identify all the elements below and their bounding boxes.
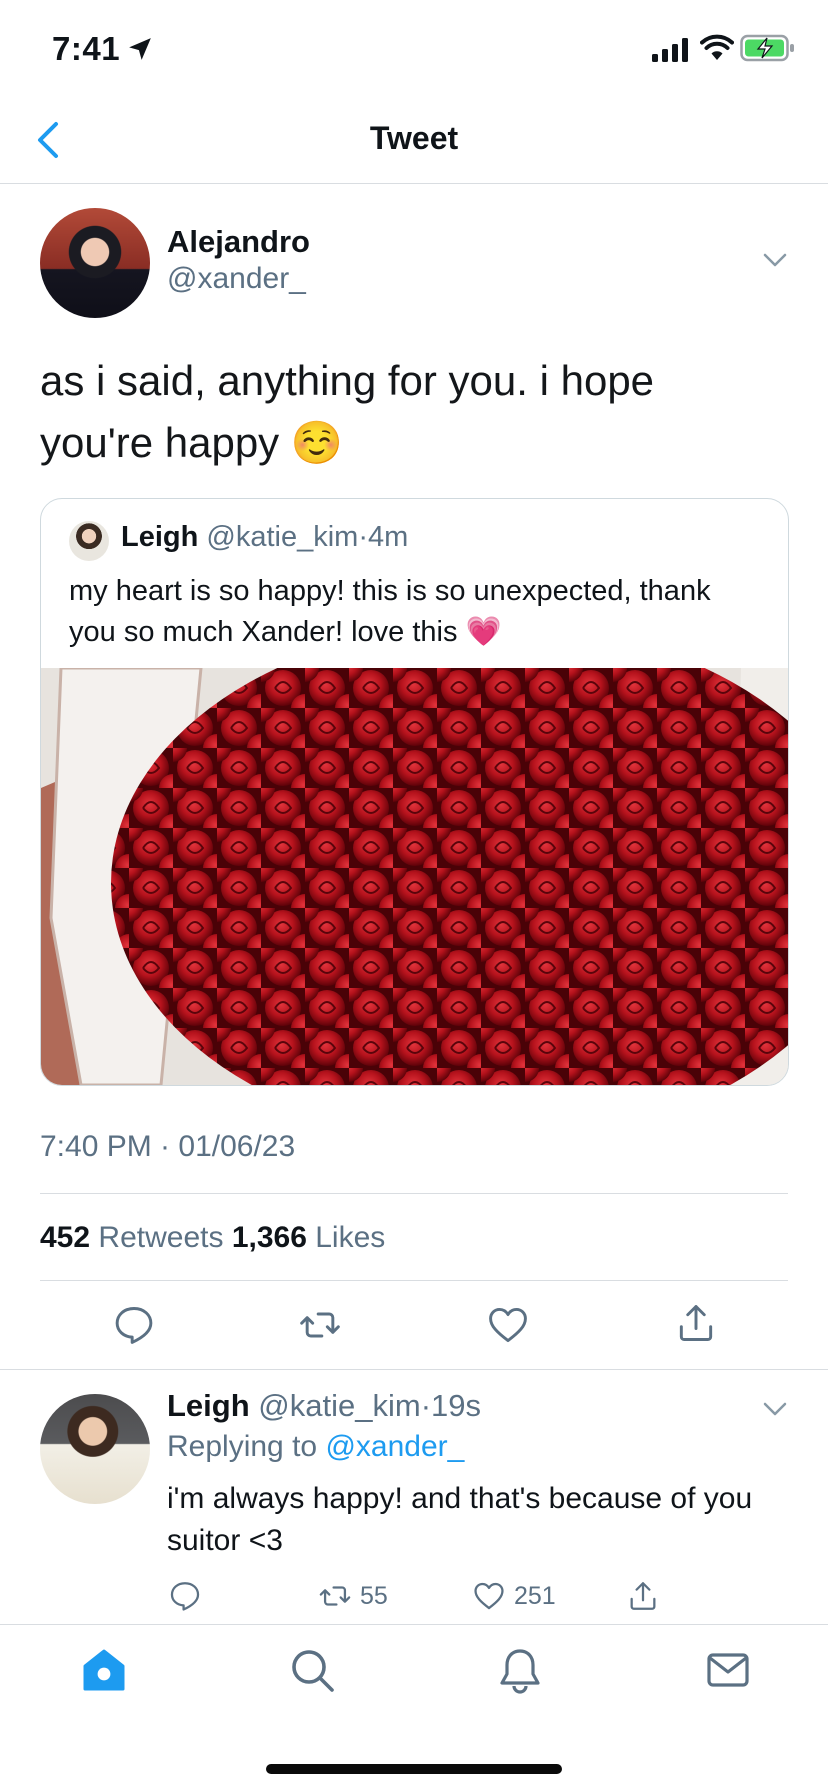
page-title: Tweet: [369, 120, 459, 156]
quoted-author-name: Leigh: [121, 521, 199, 553]
wifi-icon: [700, 34, 734, 60]
tab-bar-divider: [0, 1624, 828, 1625]
replying-prefix: Replying to: [167, 1430, 318, 1463]
quoted-time: 4m: [368, 521, 409, 553]
reply-retweet-button[interactable]: 55: [318, 1578, 388, 1614]
author-avatar[interactable]: [40, 208, 150, 318]
divider: [0, 1369, 828, 1370]
reply-text: i'm always happy! and that's because of …: [167, 1482, 753, 1557]
home-indicator[interactable]: [266, 1764, 562, 1774]
replying-to: Replying to @xander_: [167, 1430, 464, 1464]
retweet-icon: [319, 1586, 351, 1606]
likes-label[interactable]: Likes: [315, 1221, 385, 1254]
author-name[interactable]: Alejandro: [167, 224, 310, 260]
quoted-tweet-card[interactable]: Leigh @katie_kim·4m my heart is so happy…: [40, 498, 789, 1086]
share-icon: [630, 1582, 656, 1610]
reply-separator: ·: [420, 1388, 432, 1423]
quoted-separator: ·: [358, 521, 369, 553]
reply-author-handle[interactable]: @katie_kim: [258, 1388, 420, 1423]
author-handle[interactable]: @xander_: [167, 262, 306, 296]
retweets-count[interactable]: 452: [40, 1221, 90, 1254]
reply-author-name[interactable]: Leigh: [167, 1388, 250, 1423]
reply-like-button[interactable]: 251: [472, 1578, 556, 1614]
replying-to-handle-link[interactable]: @xander_: [325, 1430, 464, 1463]
more-options-chevron-icon[interactable]: [763, 253, 787, 267]
like-heart-icon[interactable]: [486, 1303, 530, 1347]
reply-share-button[interactable]: [626, 1578, 660, 1614]
reply-icon[interactable]: [112, 1303, 156, 1347]
messages-icon[interactable]: [704, 1646, 752, 1694]
reply-icon: [170, 1582, 200, 1611]
reply-reply-button[interactable]: [168, 1578, 202, 1614]
tweet-timestamp: 7:40 PM · 01/06/23: [40, 1130, 296, 1163]
retweets-label[interactable]: Retweets: [98, 1221, 223, 1254]
search-icon[interactable]: [288, 1646, 336, 1694]
roses-bouquet-image[interactable]: [41, 668, 788, 1085]
reply-header: Leigh @katie_kim·19s: [167, 1388, 481, 1424]
quoted-author-handle: @katie_kim: [206, 521, 359, 553]
divider: [40, 1280, 788, 1281]
header-divider: [0, 183, 828, 184]
share-icon[interactable]: [674, 1301, 718, 1345]
battery-charging-icon: [740, 34, 794, 62]
likes-count[interactable]: 1,366: [232, 1221, 307, 1254]
like-heart-icon: [474, 1582, 504, 1610]
status-time: 7:41: [52, 30, 121, 67]
notifications-icon[interactable]: [496, 1646, 544, 1694]
reply-author-avatar[interactable]: [40, 1394, 150, 1504]
retweet-icon[interactable]: [298, 1303, 342, 1347]
divider: [40, 1193, 788, 1194]
tweet-text: as i said, anything for you. i hope you'…: [40, 357, 655, 466]
reply-retweet-count: 55: [360, 1581, 388, 1610]
location-arrow-icon: [129, 38, 151, 60]
cellular-signal-icon: [652, 38, 688, 62]
engagement-stats: 452 Retweets 1,366 Likes: [40, 1221, 385, 1255]
reply-like-count: 251: [514, 1581, 556, 1610]
more-options-chevron-icon[interactable]: [763, 1402, 787, 1416]
quoted-tweet-header: Leigh @katie_kim·4m: [121, 521, 408, 554]
reply-time: 19s: [431, 1388, 482, 1423]
quoted-tweet-text: my heart is so happy! this is so unexpec…: [69, 575, 711, 648]
home-icon[interactable]: [80, 1646, 128, 1694]
quoted-author-avatar: [69, 521, 109, 561]
